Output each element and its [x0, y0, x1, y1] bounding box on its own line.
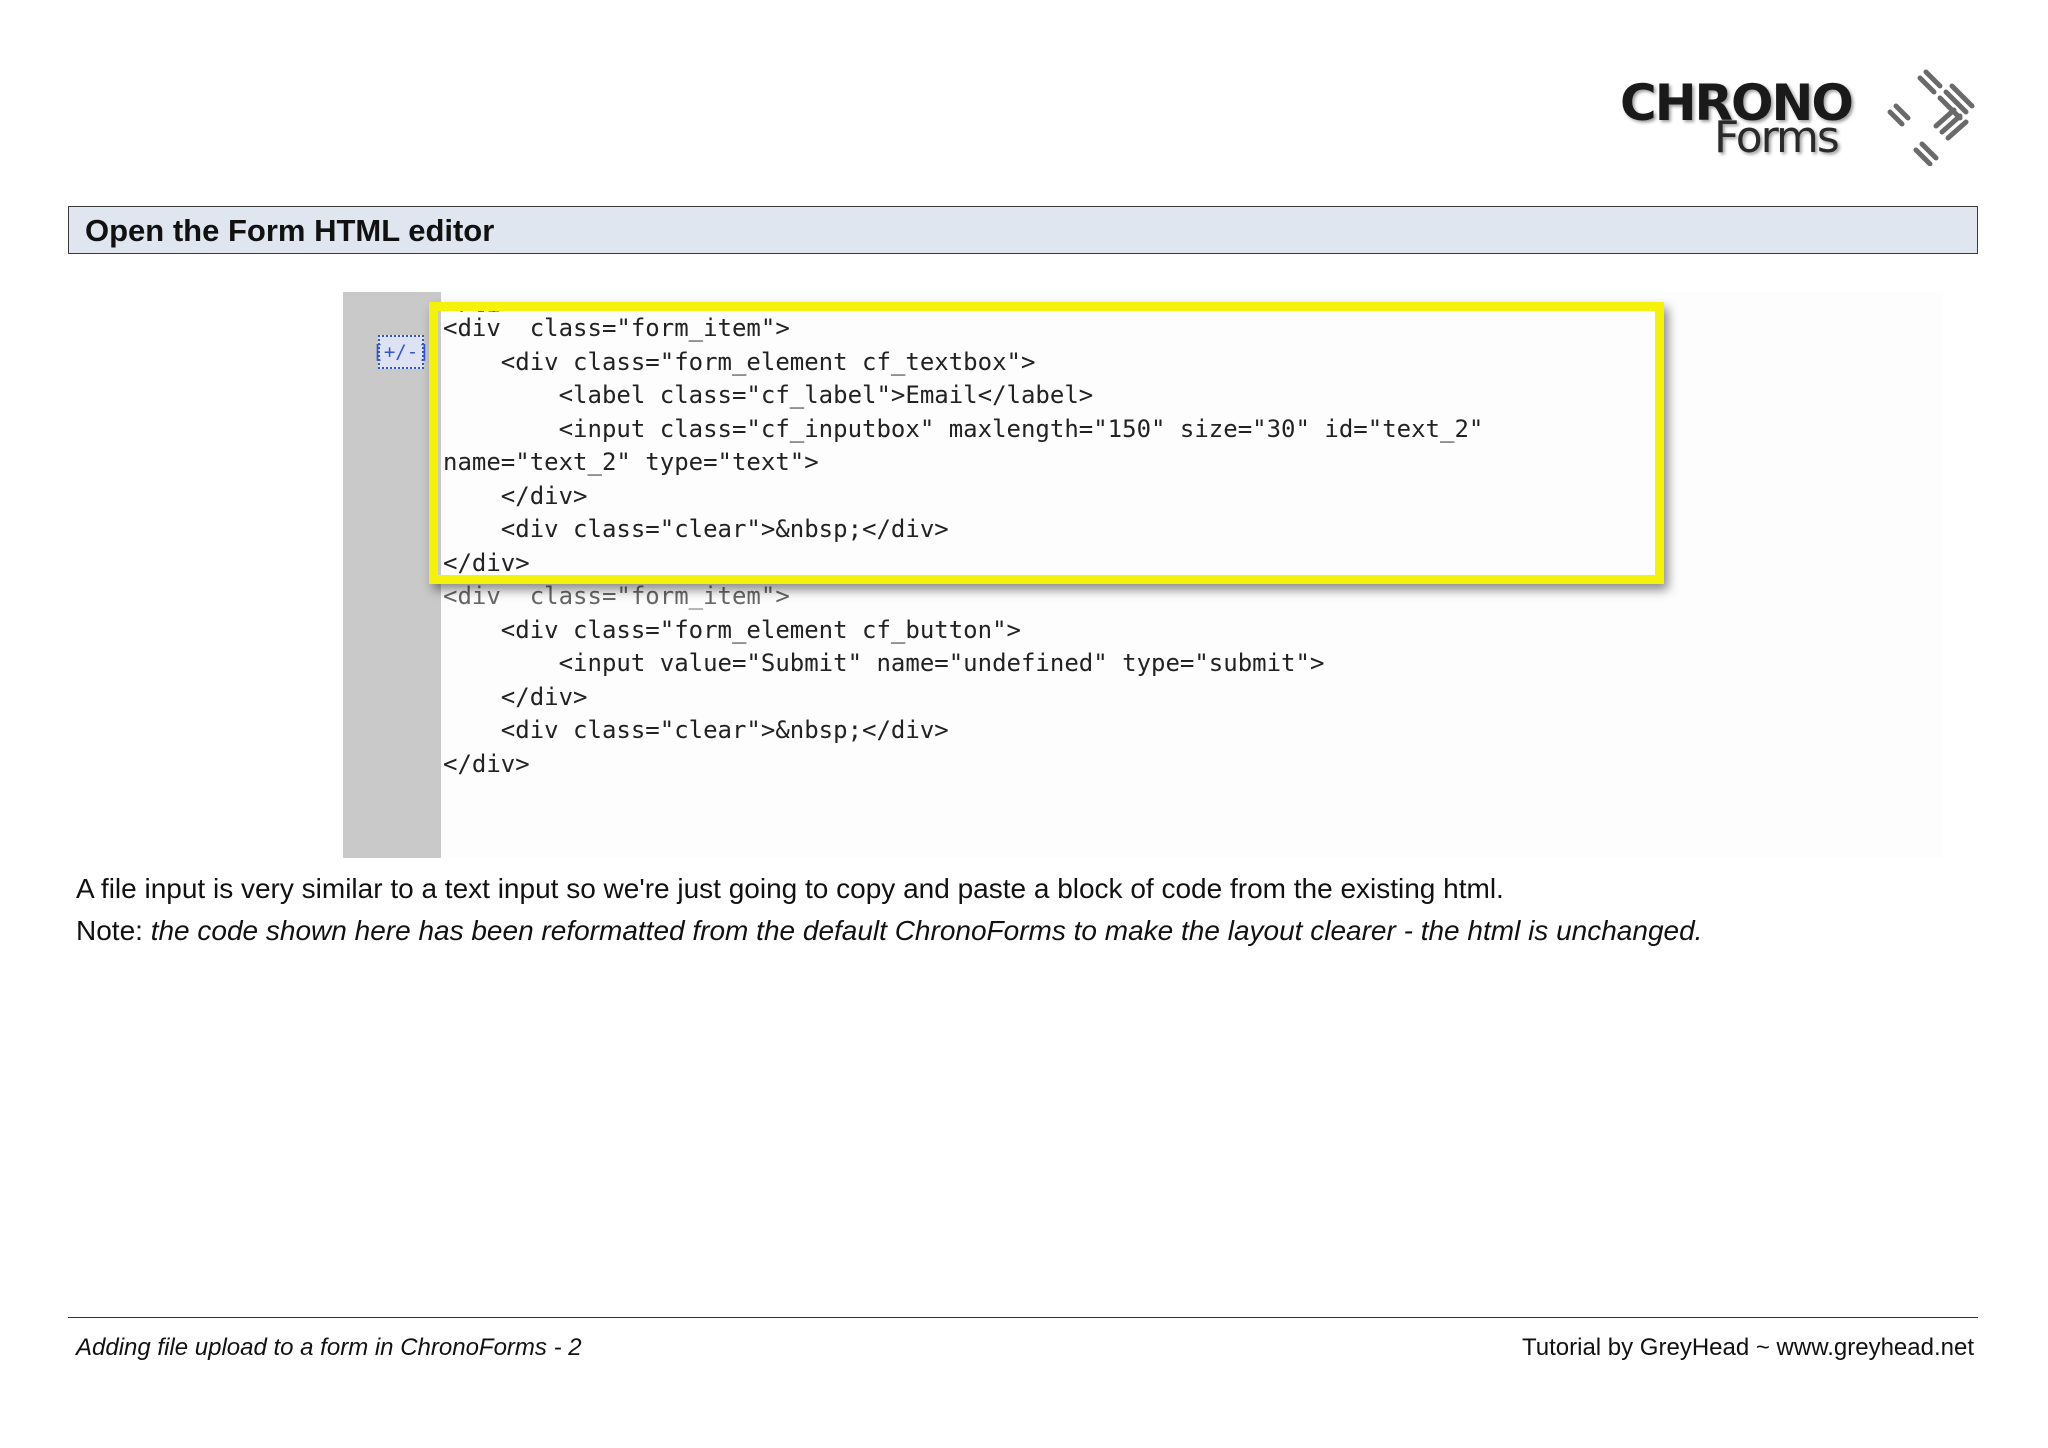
footer-title: Adding file upload to a form in ChronoFo… — [76, 1334, 582, 1361]
footer-divider — [68, 1317, 1978, 1318]
note-label: Note: — [76, 915, 151, 946]
body-paragraph: A file input is very similar to a text i… — [76, 873, 1504, 904]
chronoforms-logo: CHRONO Forms — [1612, 66, 1984, 176]
note: Note: the code shown here has been refor… — [76, 910, 1976, 952]
fold-toggle-icon[interactable]: [+/-] — [372, 335, 430, 369]
logo-word-forms: Forms — [1714, 112, 1840, 163]
code-line: </div> — [443, 749, 530, 778]
footer-credit: Tutorial by GreyHead ~ www.greyhead.net — [1521, 1334, 1974, 1361]
section-title: Open the Form HTML editor — [85, 213, 495, 248]
logo-stripes-icon — [1887, 69, 1975, 166]
note-text: the code shown here has been reformatted… — [150, 915, 1703, 946]
code-line: </div> — [443, 682, 588, 711]
code-line: <div class="form_element cf_button"> — [443, 615, 1021, 644]
code-line: <div class="form_item"> — [443, 582, 790, 610]
section-header: Open the Form HTML editor — [68, 206, 1978, 254]
body-text: A file input is very similar to a text i… — [76, 868, 1976, 952]
code-line: <input value="Submit" name="undefined" t… — [443, 649, 1325, 677]
code-line: <div class="clear">&nbsp;</div> — [443, 716, 949, 744]
editor-gutter — [343, 292, 441, 858]
highlight-box — [429, 302, 1664, 584]
